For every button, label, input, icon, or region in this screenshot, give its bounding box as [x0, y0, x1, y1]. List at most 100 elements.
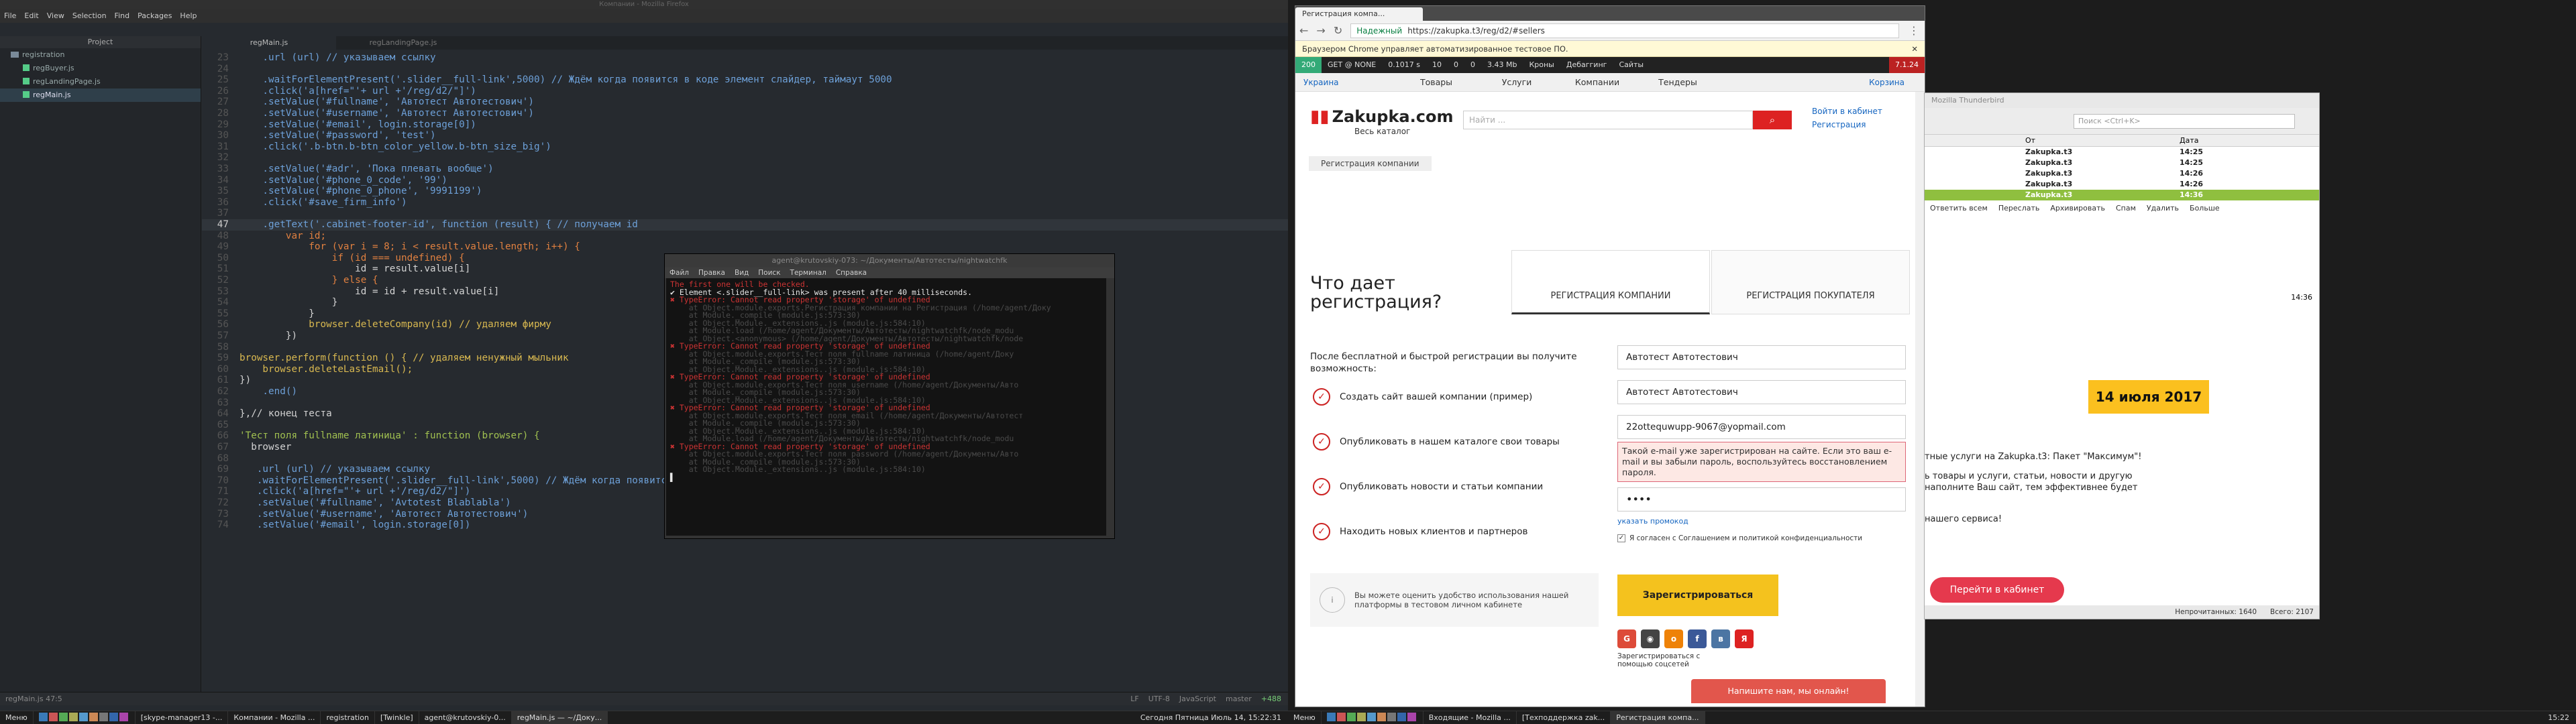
forward-icon[interactable]: → [1312, 24, 1329, 37]
line-number: 74 [217, 520, 229, 531]
term-menu-file[interactable]: Файл [665, 267, 694, 278]
register-link[interactable]: Регистрация [1812, 120, 1866, 129]
col-date[interactable]: Дата [2180, 136, 2198, 145]
term-menu-view[interactable]: Вид [730, 267, 753, 278]
code-line: id = id + result.value[i] [239, 286, 500, 297]
login-link[interactable]: Войти в кабинет [1812, 107, 1882, 116]
menu-packages[interactable]: Packages [133, 9, 176, 23]
task-registration[interactable]: registration [321, 711, 375, 724]
breadcrumb[interactable]: Регистрация компании [1309, 156, 1432, 171]
archive-button[interactable]: Архивировать [2045, 204, 2110, 213]
site-logo[interactable]: ▮▮ Zakupka.com [1310, 107, 1453, 127]
register-button[interactable]: Зарегистрироваться [1617, 575, 1778, 616]
tb-message-list: Zakupka.t3 14:25 Zakupka.t3 14:25 Zakupka.t3… [1925, 147, 2319, 200]
spam-button[interactable]: Спам [2110, 204, 2141, 213]
email-field[interactable]: 22ottequwupp-9067@yopmail.com [1617, 415, 1906, 439]
delete-button[interactable]: Удалить [2141, 204, 2184, 213]
task-twinkle[interactable]: [Twinkle] [375, 711, 419, 724]
google-icon[interactable]: G [1617, 629, 1636, 648]
message-row[interactable]: Zakupka.t3 14:25 [1925, 158, 2319, 168]
agree-checkbox[interactable]: ✓ Я согласен с Соглашением и политикой к… [1617, 534, 1862, 542]
search-icon[interactable]: ⌕ [1753, 111, 1792, 129]
odnoklassniki-icon[interactable]: o [1664, 629, 1683, 648]
task-atom[interactable]: regMain.js — ~/Доку... [511, 711, 608, 724]
task-support[interactable]: [Техподдержка zak... [1517, 711, 1611, 724]
vk-icon[interactable]: в [1711, 629, 1730, 648]
tree-file-regbuyer[interactable]: regBuyer.js [0, 62, 201, 75]
status-branch[interactable]: master [1226, 692, 1261, 706]
password-field[interactable]: •••• [1617, 487, 1906, 511]
chat-button[interactable]: Напишите нам, мы онлайн! [1691, 679, 1886, 703]
close-icon[interactable]: ✕ [1911, 41, 1925, 57]
social-text: Зарегистрироваться с помощью соцсетей [1617, 652, 1701, 668]
menu-file[interactable]: File [0, 9, 20, 23]
back-icon[interactable]: ← [1295, 24, 1312, 37]
task-terminal[interactable]: agent@krutovskiy-0... [419, 711, 512, 724]
menu-find[interactable]: Find [111, 9, 134, 23]
start-menu-button[interactable]: Меню [0, 711, 34, 724]
status-encoding[interactable]: UTF-8 [1148, 692, 1179, 706]
tree-folder-registration[interactable]: registration [0, 48, 201, 62]
clock-right[interactable]: 15:22 [2548, 713, 2576, 722]
tree-file-regmain[interactable]: regMain.js [0, 88, 201, 102]
site-search-input[interactable]: Найти ... [1463, 111, 1753, 129]
clock-left[interactable]: Сегодня Пятница Июль 14, 15:22:31 [1140, 713, 1288, 722]
tb-search-input[interactable]: Поиск <Ctrl+K> [2074, 113, 2295, 129]
message-row[interactable]: Zakupka.t3 14:26 [1925, 168, 2319, 179]
promo-link[interactable]: указать промокод [1617, 517, 1688, 526]
menu-help[interactable]: Help [176, 9, 201, 23]
status-grammar[interactable]: JavaScript [1179, 692, 1226, 706]
forward-button[interactable]: Переслать [1993, 204, 2045, 213]
task-thunderbird[interactable]: Входящие - Mozilla ... [1424, 711, 1517, 724]
facebook-icon[interactable]: f [1688, 629, 1707, 648]
fullname-field[interactable]: Автотест Автотестович [1617, 345, 1906, 369]
task-firefox[interactable]: Компании - Mozilla ... [228, 711, 321, 724]
url-bar[interactable]: Надежный https://zakupka.t3/reg/d2/#sell… [1350, 23, 1899, 38]
term-menu-help[interactable]: Справка [831, 267, 871, 278]
nav-products[interactable]: Товары [1396, 77, 1477, 87]
message-row[interactable]: Zakupka.t3 14:25 [1925, 147, 2319, 158]
username-field[interactable]: Автотест Автотестович [1617, 380, 1906, 404]
status-eol[interactable]: LF [1130, 692, 1148, 706]
reply-all-button[interactable]: Ответить всем [1925, 204, 1993, 213]
nav-companies[interactable]: Компании [1557, 77, 1638, 87]
term-menu-search[interactable]: Поиск [753, 267, 785, 278]
catalog-link[interactable]: Весь каталог [1354, 127, 1410, 136]
reload-icon[interactable]: ↻ [1330, 24, 1346, 37]
camera-icon[interactable]: ◉ [1641, 629, 1660, 648]
col-from[interactable]: От [2025, 136, 2180, 145]
cron-link[interactable]: Кроны [1523, 57, 1560, 73]
debug-link[interactable]: Дебаггинг [1560, 57, 1613, 73]
task-chrome[interactable]: Регистрация компа... [1611, 711, 1705, 724]
region-select[interactable]: Украина [1295, 78, 1396, 87]
term-menu-edit[interactable]: Правка [694, 267, 730, 278]
task-skype[interactable]: [skype-manager13 -... [136, 711, 229, 724]
scrollbar[interactable] [1915, 92, 1925, 707]
sites-link[interactable]: Сайты [1613, 57, 1650, 73]
cart-link[interactable]: Корзина [1869, 78, 1925, 87]
message-date: 14:25 [2180, 158, 2204, 167]
tree-file-reglandingpage[interactable]: regLandingPage.js [0, 75, 201, 88]
terminal-output[interactable]: The first one will be checked. ✔ Element … [666, 278, 1106, 536]
yandex-icon[interactable]: Я [1735, 629, 1754, 648]
message-from: Zakupka.t3 [2025, 158, 2073, 167]
line-number: 30 [217, 130, 229, 141]
message-row[interactable]: Zakupka.t3 14:26 [1925, 179, 2319, 190]
tab-register-buyer[interactable]: РЕГИСТРАЦИЯ ПОКУПАТЕЛЯ [1711, 250, 1910, 314]
more-button[interactable]: Больше [2184, 204, 2225, 213]
tab-reglandingpage[interactable]: regLandingPage.js [336, 36, 470, 50]
start-menu-button[interactable]: Меню [1288, 711, 1322, 724]
menu-selection[interactable]: Selection [68, 9, 111, 23]
tab-regmain[interactable]: regMain.js [202, 36, 336, 50]
tab-register-company[interactable]: РЕГИСТРАЦИЯ КОМПАНИИ [1511, 250, 1710, 314]
nav-services[interactable]: Услуги [1477, 77, 1557, 87]
menu-view[interactable]: View [43, 9, 68, 23]
menu-dots-icon[interactable]: ⋮ [1903, 24, 1925, 37]
chrome-tab-active[interactable]: Регистрация компа... [1295, 7, 1423, 21]
menu-edit[interactable]: Edit [20, 9, 42, 23]
go-to-cabinet-button[interactable]: Перейти в кабинет [1930, 577, 2064, 603]
taskbar-right: Меню Входящие - Mozilla ... [Техподдержк… [1288, 711, 2576, 724]
message-row[interactable]: Zakupka.t3 14:36 [1925, 190, 2319, 200]
term-menu-terminal[interactable]: Терминал [786, 267, 831, 278]
nav-tenders[interactable]: Тендеры [1638, 77, 1718, 87]
